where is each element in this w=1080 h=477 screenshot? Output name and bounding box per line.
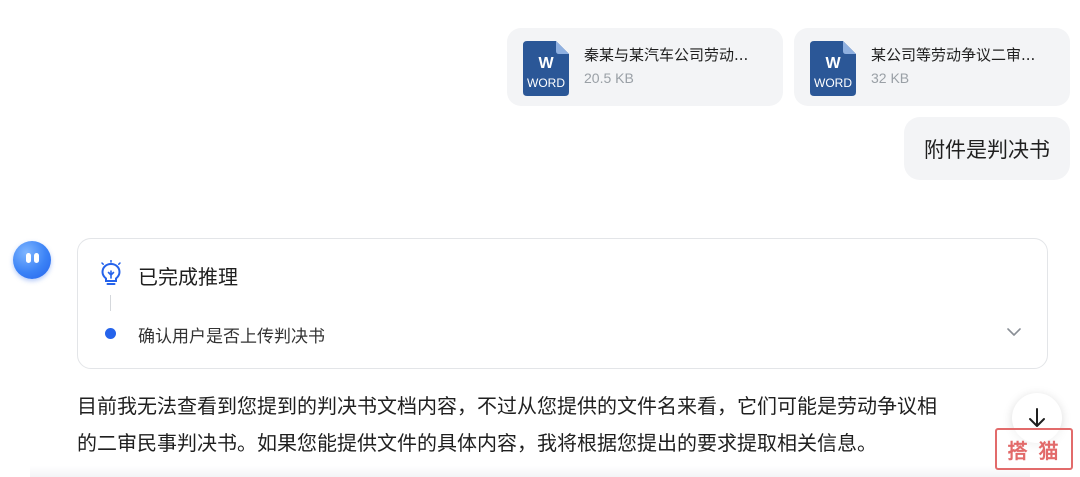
svg-text:W: W: [825, 55, 841, 72]
assistant-answer: 目前我无法查看到您提到的判决书文档内容，不过从您提供的文件名来看，它们可能是劳动…: [77, 388, 1037, 462]
answer-line: 目前我无法查看到您提到的判决书文档内容，不过从您提供的文件名来看，它们可能是劳动…: [77, 394, 937, 418]
attachment-card[interactable]: W WORD 某公司等劳动争议二审... 32 KB: [794, 28, 1070, 106]
chevron-down-icon[interactable]: [1005, 323, 1023, 341]
timeline-connector: [110, 295, 111, 311]
reasoning-step: 确认用户是否上传判决书: [138, 327, 325, 347]
svg-text:W: W: [538, 55, 554, 72]
avatar-eye: [26, 253, 31, 263]
assistant-avatar: [13, 241, 51, 279]
word-file-icon: W WORD: [810, 41, 856, 96]
avatar-eye: [34, 253, 39, 263]
attachment-size: 20.5 KB: [584, 70, 634, 86]
input-area-fade: [30, 466, 1030, 477]
step-dot: [105, 328, 116, 339]
attachment-name: 某公司等劳动争议二审...: [871, 46, 1036, 64]
svg-text:WORD: WORD: [527, 76, 565, 90]
attachment-card[interactable]: W WORD 秦某与某汽车公司劳动... 20.5 KB: [507, 28, 783, 106]
reasoning-title: 已完成推理: [138, 265, 238, 289]
arrow-down-icon: [1029, 408, 1045, 427]
attachment-size: 32 KB: [871, 70, 910, 86]
lightbulb-icon: [101, 260, 121, 285]
attachment-name: 秦某与某汽车公司劳动...: [584, 46, 749, 64]
svg-text:WORD: WORD: [814, 76, 852, 90]
word-file-icon: W WORD: [523, 41, 569, 96]
user-message-bubble: 附件是判决书: [904, 117, 1070, 180]
answer-line: 的二审民事判决书。如果您能提供文件的具体内容，我将根据您提出的要求提取相关信息。: [77, 431, 877, 455]
reasoning-panel[interactable]: 已完成推理 确认用户是否上传判决书: [77, 238, 1048, 369]
watermark-stamp: 搭 猫: [995, 428, 1073, 470]
